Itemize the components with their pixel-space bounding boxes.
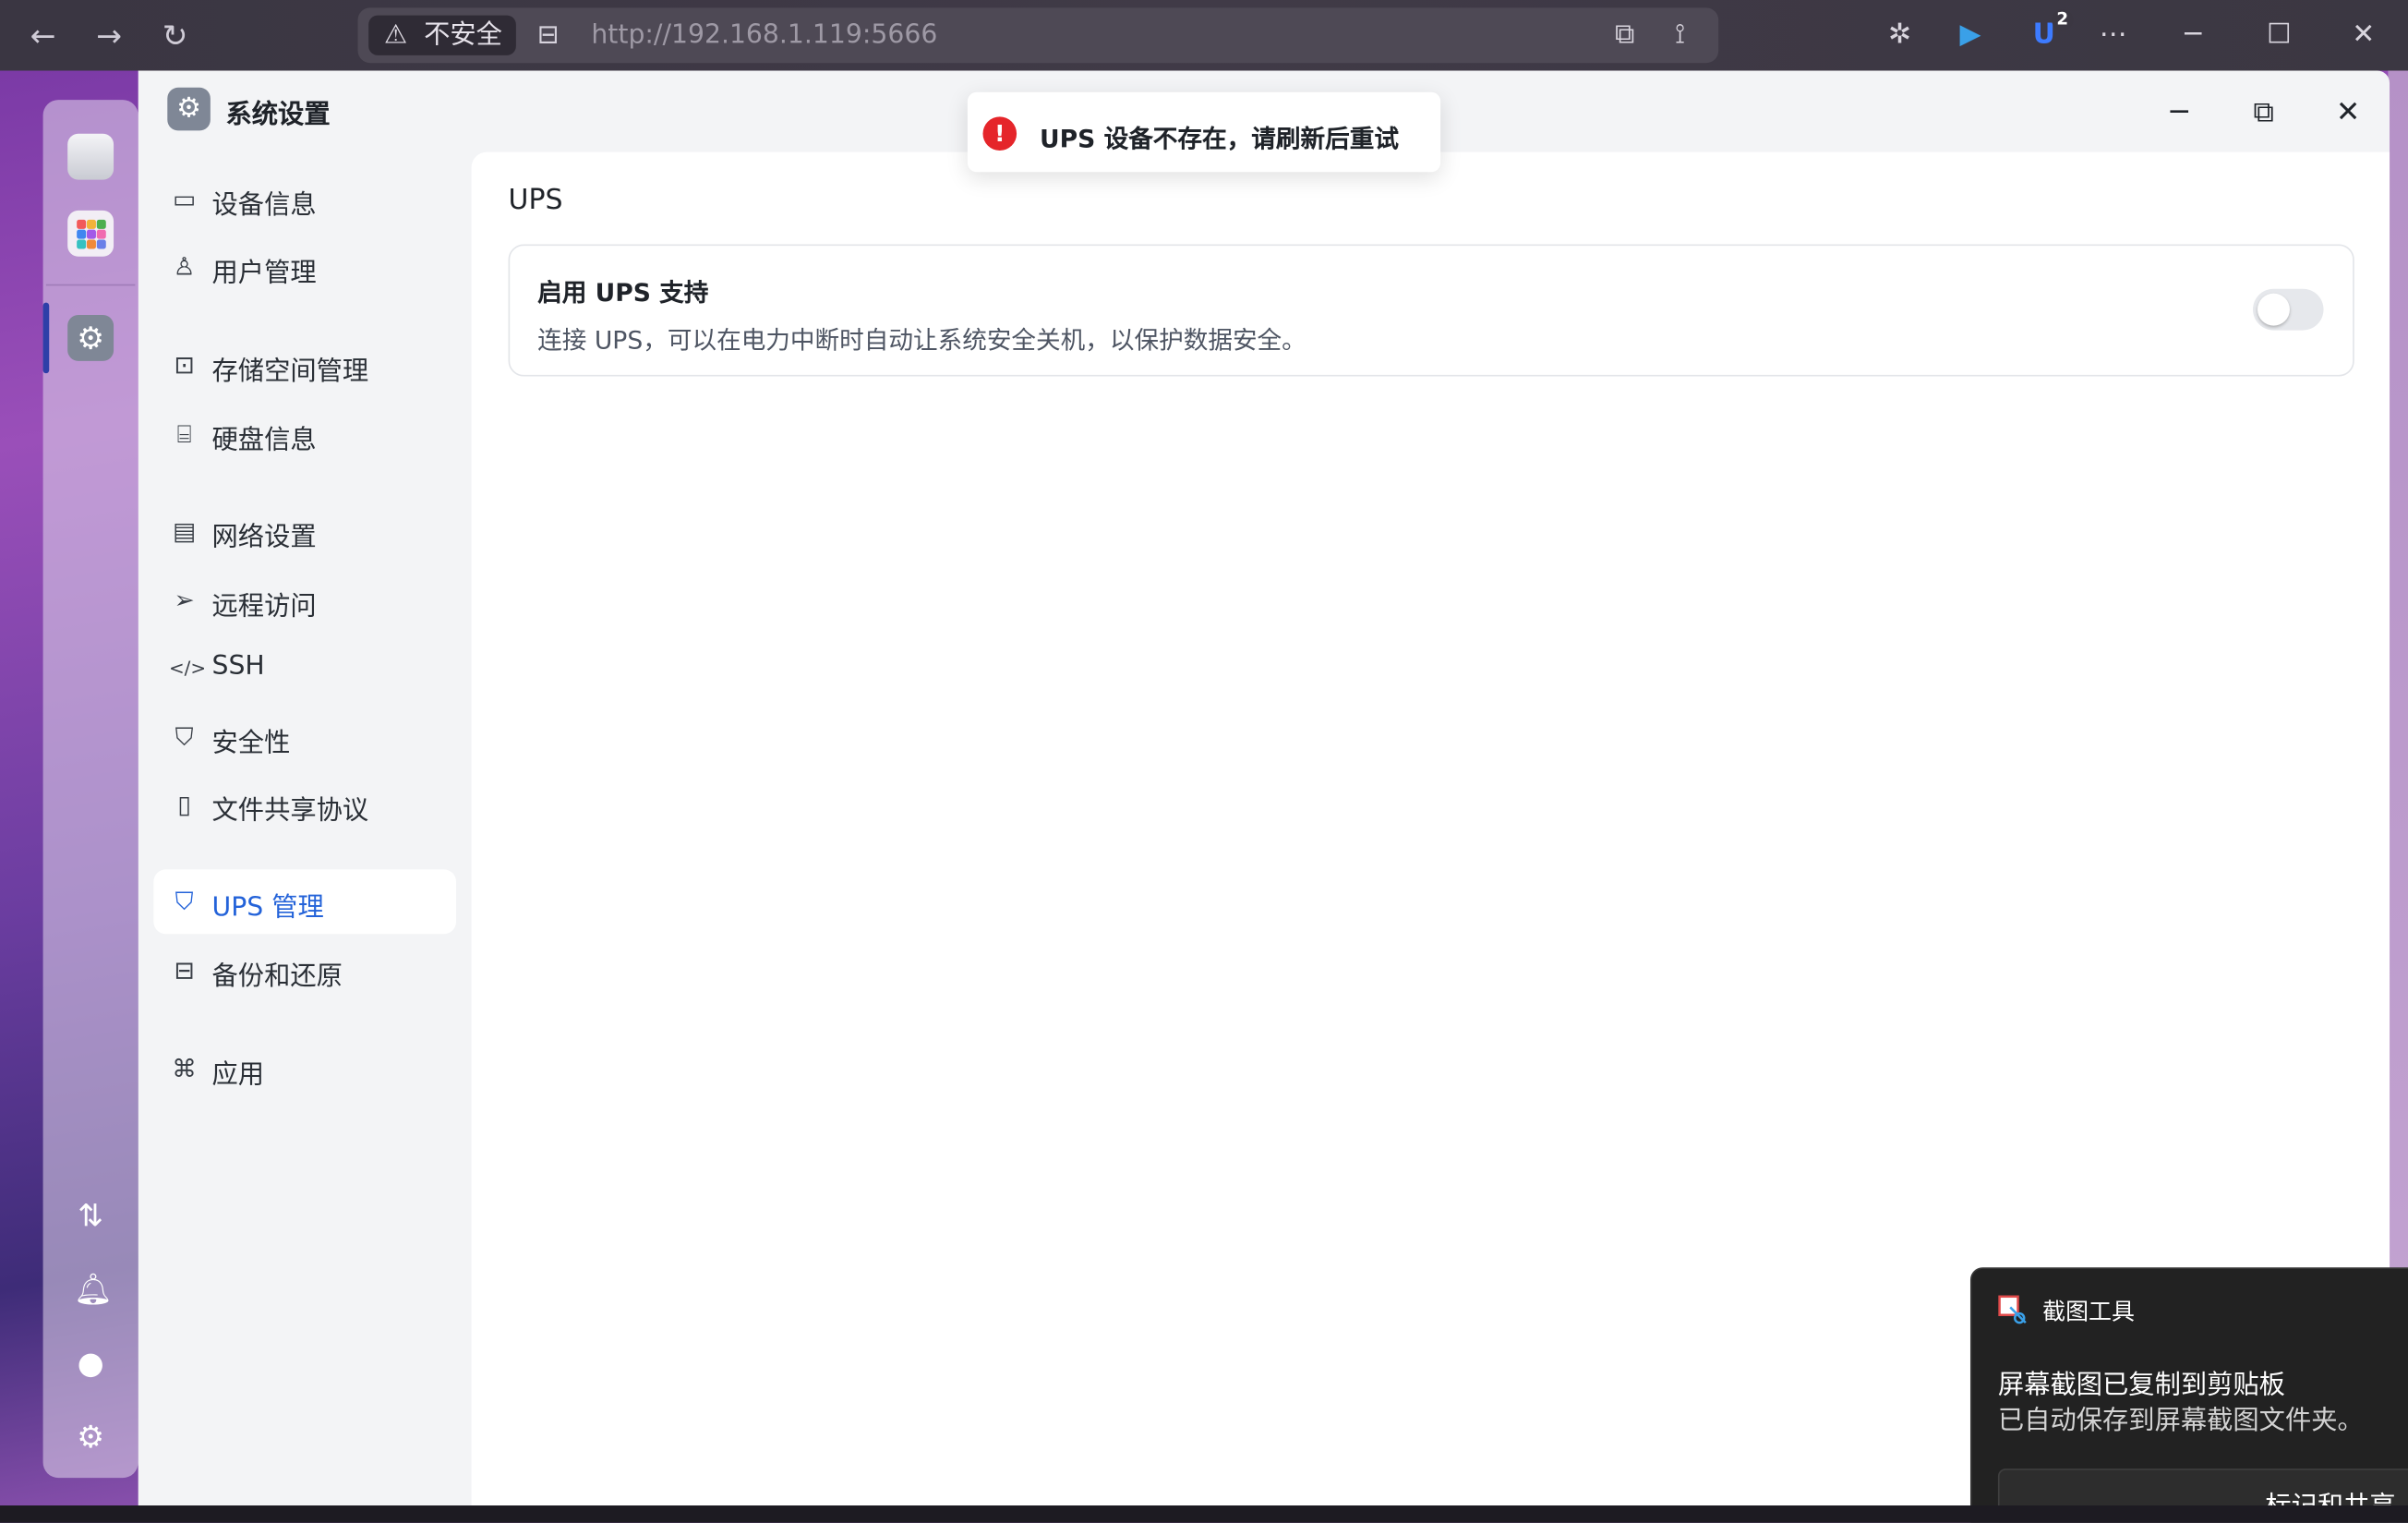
sidebar-item-backup[interactable]: ⊟ 备份和还原 [153,938,456,1003]
sidebar-item-apps[interactable]: ⌘ 应用 [153,1037,456,1102]
notification-line1: 屏幕截图已复制到剪贴板 [1997,1370,2285,1401]
sidebar-item-label: 文件共享协议 [211,795,369,827]
shield-check-icon: ⛉ [175,721,194,752]
terminal-icon: </> [168,657,207,680]
ups-enable-toggle[interactable] [2253,288,2324,331]
extension-badge: 2 [2052,8,2074,31]
site-info-icon[interactable]: ⊟ [530,17,567,54]
transfer-icon[interactable]: ⇅ [74,1198,108,1232]
bottom-strip [0,1505,2408,1523]
snipping-notification[interactable]: 截图工具 屏幕截图已复制到剪贴板 已自动保存到屏幕截图文件夹。 标记和共享 [1969,1267,2408,1523]
desktop-monitor-icon[interactable] [67,133,114,180]
sidebar-item-ssh[interactable]: </> SSH [153,636,456,701]
minimize-icon[interactable]: ─ [2156,89,2202,135]
sidebar-item-remote-access[interactable]: ➢ 远程访问 [153,568,456,633]
document-icon: ▯ [177,789,191,819]
dock-separator [45,284,136,286]
error-toast: ! UPS 设备不存在，请刷新后重试 [967,91,1441,173]
sidebar-item-label: 存储空间管理 [211,356,369,388]
user-icon[interactable]: ● [74,1346,108,1380]
extension-play-icon[interactable]: ▶ [1947,12,1993,58]
sidebar-item-label: 安全性 [211,728,291,759]
sidebar-item-file-sharing[interactable]: ▯ 文件共享协议 [153,773,456,838]
favorite-icon[interactable]: ⟟ [1657,12,1704,58]
toggle-knob [2258,293,2290,326]
security-indicator[interactable]: ⚠ 不安全 [368,15,516,55]
setting-description: 连接 UPS，可以在电力中断时自动让系统安全关机，以保护数据安全。 [537,325,1306,356]
bell-icon[interactable]: 🔔︎ [74,1272,113,1306]
launcher-dock: ⚙ ⇅ 🔔︎ ● ⚙ [42,100,138,1479]
sidebar-item-label: SSH [211,651,265,683]
dock-active-indicator [42,302,50,374]
disk-icon: ⌸ [176,419,192,449]
browser-close-icon[interactable]: ✕ [2341,12,2387,58]
url-text[interactable]: http://192.168.1.119:5666 [591,17,937,54]
browser-toolbar: ← → ↻ ⚠ 不安全 ⊟ http://192.168.1.119:5666 … [0,0,2408,71]
forward-icon[interactable]: → [86,12,132,58]
sidebar-item-label: 设备信息 [211,190,317,222]
sidebar-item-disks[interactable]: ⌸ 硬盘信息 [153,403,456,467]
settings-gear-icon: ⚙ [167,87,211,131]
browser-maximize-icon[interactable]: ☐ [2256,12,2302,58]
reload-icon[interactable]: ↻ [152,12,199,58]
shield-icon: ⛉ [175,886,194,916]
maximize-icon[interactable]: ⧉ [2241,89,2287,135]
backup-icon: ⊟ [174,955,195,985]
toast-message: UPS 设备不存在，请刷新后重试 [1040,124,1399,154]
warning-icon: ⚠ [383,19,408,51]
window-title: 系统设置 [225,100,331,131]
setting-title: 启用 UPS 支持 [537,278,709,308]
notification-line2: 已自动保存到屏幕截图文件夹。 [1997,1405,2364,1437]
sidebar-item-label: 应用 [211,1059,265,1091]
sidebar-item-label: 硬盘信息 [211,425,317,456]
sidebar-item-users[interactable]: ♙ 用户管理 [153,235,456,299]
user-outline-icon: ♙ [173,251,196,282]
gear-icon[interactable]: ⚙ [74,1420,108,1454]
sidebar-item-ups[interactable]: ⛉ UPS 管理 [153,869,456,935]
send-icon: ➢ [174,585,195,615]
extension-u-icon[interactable]: U2 [2021,8,2074,58]
apps-grid-icon: ⌘ [172,1054,197,1083]
sidebar-item-label: 备份和还原 [211,961,343,993]
ups-setting-card: 启用 UPS 支持 连接 UPS，可以在电力中断时自动让系统安全关机，以保护数据… [508,244,2354,377]
sidebar-item-storage[interactable]: ⊡ 存储空间管理 [153,333,456,398]
translate-icon[interactable]: ⧉ [1602,12,1648,58]
app-center-icon[interactable] [67,210,114,257]
back-icon[interactable]: ← [20,12,66,58]
sidebar-item-label: 远程访问 [211,591,317,622]
snipping-tool-icon [1998,1295,2029,1325]
sidebar-item-label: 用户管理 [211,258,317,289]
settings-app-icon[interactable]: ⚙ [67,314,114,361]
address-bar[interactable]: ⚠ 不安全 ⊟ http://192.168.1.119:5666 ⧉ ⟟ [357,7,1719,64]
page-title: UPS [508,184,563,217]
sidebar-item-security[interactable]: ⛉ 安全性 [153,705,456,769]
sidebar-item-label: 网络设置 [211,522,317,553]
browser-minimize-icon[interactable]: ─ [2170,12,2216,58]
extensions-icon[interactable]: ✲ [1877,12,1923,58]
storage-icon: ⊡ [174,350,195,380]
device-icon: ▭ [173,184,197,214]
more-menu-icon[interactable]: ⋯ [2090,12,2137,58]
close-icon[interactable]: ✕ [2325,89,2371,135]
sidebar-item-network[interactable]: ▤ 网络设置 [153,500,456,564]
notification-app-name: 截图工具 [2042,1298,2135,1326]
network-icon: ▤ [173,515,197,546]
sidebar-item-device-info[interactable]: ▭ 设备信息 [153,167,456,232]
sidebar-item-label: UPS 管理 [211,892,324,924]
security-label: 不安全 [424,19,502,51]
error-icon: ! [982,116,1017,151]
